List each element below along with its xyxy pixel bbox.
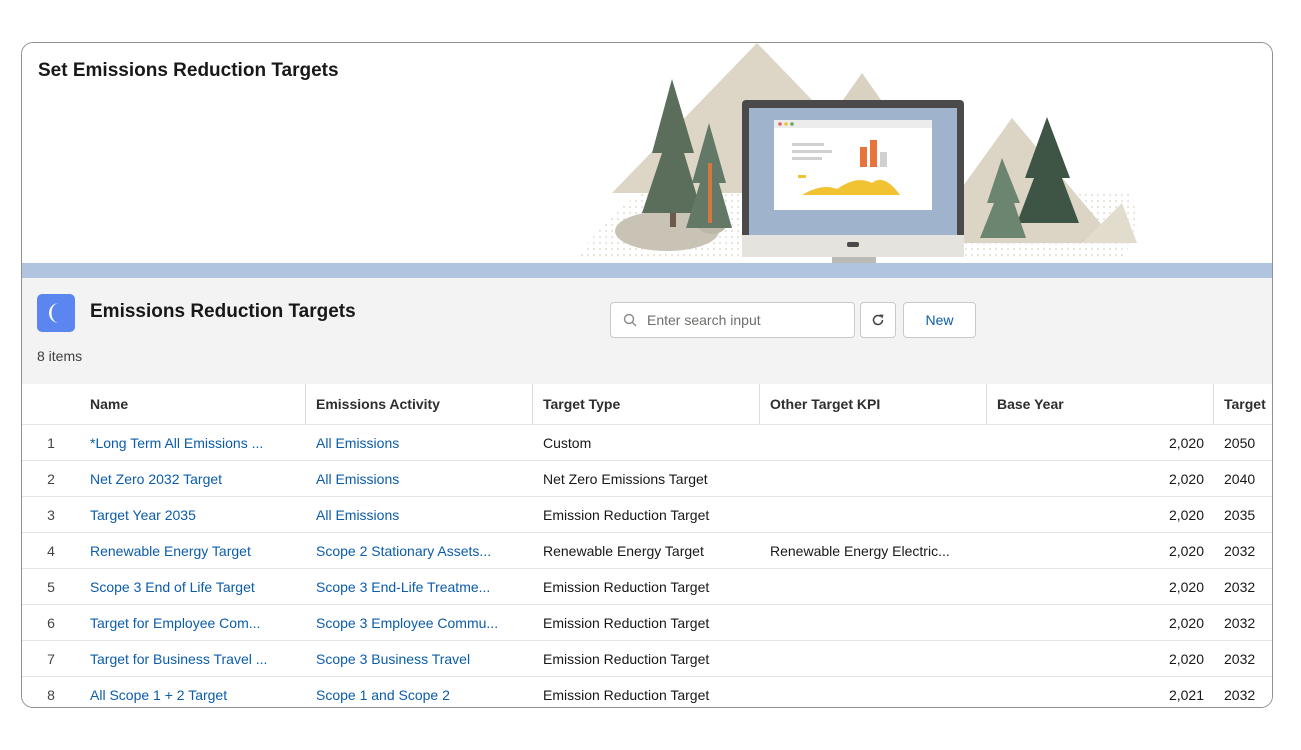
target-type-cell: Emission Reduction Target — [543, 686, 710, 703]
target-name-link[interactable]: Net Zero 2032 Target — [80, 460, 306, 497]
table-row: 7 Target for Business Travel ... Scope 3… — [22, 640, 1272, 677]
table-row: 5 Scope 3 End of Life Target Scope 3 End… — [22, 568, 1272, 605]
other-kpi-cell — [760, 677, 987, 708]
target-name-link[interactable]: Target for Employee Com... — [80, 604, 306, 641]
table-header-row: Name Emissions Activity Target Type Othe… — [22, 384, 1272, 425]
target-type-cell: Renewable Energy Target — [533, 532, 760, 569]
refresh-button[interactable] — [860, 302, 896, 338]
base-year-cell: 2,020 — [987, 568, 1214, 605]
banner-divider — [22, 263, 1272, 278]
other-kpi-cell — [760, 604, 987, 641]
target-year-cell: 2032 — [1214, 640, 1272, 677]
row-number: 6 — [22, 604, 80, 641]
target-year-cell: 2032 — [1214, 532, 1272, 569]
target-type-cell: Emission Reduction Target — [533, 640, 760, 677]
row-number: 5 — [22, 568, 80, 605]
table-row: 2 Net Zero 2032 Target All Emissions Net… — [22, 460, 1272, 497]
base-year-cell: 2,021 — [1168, 686, 1204, 703]
base-year-cell: 2,020 — [987, 496, 1214, 533]
target-year-cell: 2032 — [1224, 686, 1256, 703]
column-header-base-year[interactable]: Base Year — [987, 384, 1214, 425]
target-type-cell: Custom — [533, 424, 760, 461]
target-name-link[interactable]: *Long Term All Emissions ... — [80, 424, 306, 461]
target-name-link[interactable]: Target for Business Travel ... — [80, 640, 306, 677]
other-kpi-cell — [760, 568, 987, 605]
item-count: 8 items — [37, 348, 83, 364]
other-kpi-cell — [760, 424, 987, 461]
column-header-other-target-kpi[interactable]: Other Target KPI — [760, 384, 987, 425]
base-year-cell: 2,020 — [987, 460, 1214, 497]
search-input[interactable] — [645, 311, 849, 329]
target-name-link[interactable]: Scope 3 End of Life Target — [80, 568, 306, 605]
search-box[interactable] — [610, 302, 855, 338]
row-number-header — [22, 384, 80, 425]
banner: Set Emissions Reduction Targets — [22, 43, 1272, 263]
mountain-illustration — [577, 43, 1137, 263]
base-year-cell: 2,020 — [987, 640, 1214, 677]
row-number: 1 — [22, 424, 80, 461]
search-icon — [623, 313, 637, 327]
emissions-activity-link[interactable]: All Emissions — [306, 460, 533, 497]
row-number: 4 — [22, 532, 80, 569]
target-year-cell: 2032 — [1214, 568, 1272, 605]
column-header-target[interactable]: Target — [1214, 384, 1272, 425]
emissions-activity-link[interactable]: Scope 3 Employee Commu... — [306, 604, 533, 641]
target-name-link[interactable]: Target Year 2035 — [80, 496, 306, 533]
other-kpi-cell — [760, 496, 987, 533]
table-row: 6 Target for Employee Com... Scope 3 Emp… — [22, 604, 1272, 641]
target-type-cell: Emission Reduction Target — [533, 568, 760, 605]
target-year-cell: 2050 — [1214, 424, 1272, 461]
table-row: 1 *Long Term All Emissions ... All Emiss… — [22, 424, 1272, 461]
table-row: 4 Renewable Energy Target Scope 2 Statio… — [22, 532, 1272, 569]
base-year-cell: 2,020 — [987, 532, 1214, 569]
column-header-emissions-activity[interactable]: Emissions Activity — [306, 384, 533, 425]
refresh-icon — [872, 314, 884, 326]
row-number: 8 — [47, 686, 55, 703]
target-type-cell: Emission Reduction Target — [533, 496, 760, 533]
related-list: Emissions Reduction Targets 8 items New — [22, 278, 1272, 707]
column-header-target-type[interactable]: Target Type — [533, 384, 760, 425]
other-kpi-cell — [760, 640, 987, 677]
new-button[interactable]: New — [903, 302, 976, 338]
emissions-activity-link[interactable]: All Emissions — [306, 424, 533, 461]
target-name-link[interactable]: All Scope 1 + 2 Target — [80, 677, 306, 708]
row-number: 7 — [22, 640, 80, 677]
moon-icon — [37, 294, 75, 332]
table-row: 3 Target Year 2035 All Emissions Emissio… — [22, 496, 1272, 533]
base-year-cell: 2,020 — [987, 604, 1214, 641]
list-title: Emissions Reduction Targets — [90, 301, 356, 322]
column-header-name[interactable]: Name — [80, 384, 306, 425]
target-year-cell: 2032 — [1214, 604, 1272, 641]
emissions-activity-link[interactable]: Scope 3 Business Travel — [306, 640, 533, 677]
emissions-card: Set Emissions Reduction Targets Emission… — [21, 42, 1273, 708]
emissions-activity-link[interactable]: Scope 3 End-Life Treatme... — [306, 568, 533, 605]
target-type-cell: Emission Reduction Target — [533, 604, 760, 641]
target-year-cell: 2035 — [1214, 496, 1272, 533]
other-kpi-cell: Renewable Energy Electric... — [760, 532, 987, 569]
target-type-cell: Net Zero Emissions Target — [533, 460, 760, 497]
other-kpi-cell — [760, 460, 987, 497]
row-number: 2 — [22, 460, 80, 497]
target-name-link[interactable]: Renewable Energy Target — [80, 532, 306, 569]
table-row: 8 All Scope 1 + 2 Target Scope 1 and Sco… — [22, 677, 1272, 708]
row-number: 3 — [22, 496, 80, 533]
target-year-cell: 2040 — [1214, 460, 1272, 497]
targets-table: Name Emissions Activity Target Type Othe… — [22, 384, 1272, 707]
emissions-activity-link[interactable]: All Emissions — [306, 496, 533, 533]
emissions-activity-link[interactable]: Scope 2 Stationary Assets... — [306, 532, 533, 569]
emissions-activity-link[interactable]: Scope 1 and Scope 2 — [306, 677, 533, 708]
base-year-cell: 2,020 — [987, 424, 1214, 461]
